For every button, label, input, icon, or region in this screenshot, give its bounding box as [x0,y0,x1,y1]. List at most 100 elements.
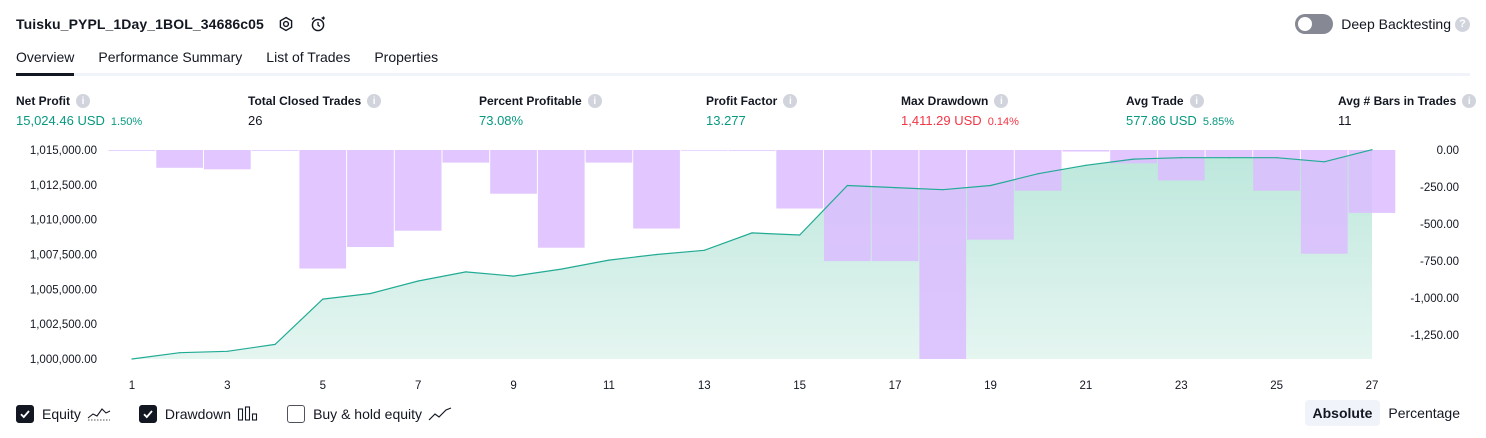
equity-point [226,350,228,352]
equity-point [1323,161,1325,163]
legend-equity[interactable]: Equity [16,405,111,423]
tab-list-of-trades[interactable]: List of Trades [266,46,350,73]
deep-backtesting-control: Deep Backtesting ? [1295,12,1470,36]
equity-axis-tick-label: 1,002,500.00 [30,319,97,331]
tab-performance-summary[interactable]: Performance Summary [98,46,242,73]
x-axis-tick-label: 17 [889,380,902,392]
info-icon[interactable]: i [1189,94,1204,108]
tab-overview[interactable]: Overview [16,46,75,76]
x-axis-tick-label: 7 [415,380,421,392]
legend-drawdown[interactable]: Drawdown [138,405,259,423]
drawdown-bar [680,150,728,151]
percentage-button[interactable]: Percentage [1380,400,1468,426]
buy-hold-checkbox[interactable] [287,405,306,423]
info-icon[interactable]: i [587,94,602,108]
drawdown-bar [251,150,299,151]
info-icon[interactable]: i [367,94,382,108]
drawdown-checkbox[interactable] [138,405,157,423]
drawdown-bar [156,150,203,168]
legend-buy-hold[interactable]: Buy & hold equity [287,405,452,423]
deep-backtesting-label: Deep Backtesting [1341,16,1451,32]
absolute-button[interactable]: Absolute [1304,400,1381,426]
equity-point [989,184,992,187]
equity-point [1371,149,1373,151]
deep-backtesting-toggle[interactable] [1295,14,1334,34]
metric-percent-profitable: Percent Profitable i 73.08% [479,92,602,130]
equity-line-icon [87,406,111,422]
metric-label: Avg # Bars in Trades [1338,94,1457,108]
report-tabs: Overview Performance Summary List of Tra… [16,46,1470,76]
settings-icon[interactable] [276,14,296,34]
equity-axis-tick-label: 1,000,000.00 [30,354,97,366]
drawdown-bar [442,150,490,163]
drawdown-bar [347,150,394,247]
drawdown-bar [967,150,1014,240]
drawdown-axis-tick-label: -500.00 [1420,219,1459,231]
equity-point [608,259,610,261]
info-icon[interactable]: i [1462,94,1477,108]
drawdown-bar [728,150,776,151]
value-mode-switch: Absolute Percentage [1304,400,1469,426]
equity-point [942,189,944,191]
equity-point [656,253,658,256]
drawdown-bar [299,150,347,269]
equity-point [1276,157,1278,159]
metric-max-drawdown: Max Drawdown i 1,411.29 USD 0.14% [901,92,1019,130]
equity-point [799,234,801,236]
drawdown-bar [824,150,871,262]
legend-label: Drawdown [164,406,232,422]
profit-factor-value: 13.277 [706,113,746,128]
equity-point [131,358,133,360]
toggle-knob [1298,17,1313,31]
tab-properties[interactable]: Properties [374,46,438,73]
metric-label: Total Closed Trades [248,94,362,108]
drawdown-bar [1205,150,1253,158]
info-icon[interactable]: i [783,94,798,108]
metrics-row: Net Profit i 15,024.46 USD 1.50% Total Clo… [0,92,1486,132]
equity-checkbox[interactable] [16,405,34,423]
equity-axis-tick-label: 1,015,000.00 [30,145,97,157]
metric-label: Max Drawdown [901,94,989,108]
x-axis-tick-label: 13 [698,380,711,392]
chart-legend: Equity Drawdown Buy & hold equity [16,403,480,425]
equity-point [512,275,515,277]
equity-point [369,292,372,295]
equity-point [322,298,324,300]
metric-total-closed-trades: Total Closed Trades i 26 [248,92,382,130]
metric-label: Avg Trade [1126,94,1184,108]
max-drawdown-percent: 0.14% [987,116,1019,128]
equity-point [703,249,705,251]
info-icon[interactable]: i [994,94,1009,108]
x-axis-tick-label: 27 [1366,380,1379,392]
net-profit-value: 15,024.46 USD [16,113,105,128]
drawdown-bar [585,150,633,163]
help-icon[interactable]: ? [1455,16,1470,32]
metric-avg-trade: Avg Trade i 577.86 USD 5.85% [1126,92,1234,130]
avg-bars-value: 11 [1338,113,1352,128]
drawdown-axis-tick-label: -750.00 [1420,256,1459,268]
net-profit-percent: 1.50% [110,116,143,128]
equity-point [751,232,753,234]
x-axis-tick-label: 21 [1079,380,1092,392]
metric-net-profit: Net Profit i 15,024.46 USD 1.50% [16,92,142,130]
drawdown-axis-tick-label: -1,250.00 [1410,330,1459,342]
metric-label: Net Profit [16,94,70,108]
drawdown-axis-tick-label: -1,000.00 [1410,293,1459,305]
equity-drawdown-chart[interactable]: 1,015,000.00 1,012,500.00 1,010,000.00 1,00… [0,138,1486,396]
max-drawdown-value: 1,411.29 USD [901,113,982,128]
equity-point [1037,173,1039,175]
equity-point [465,271,467,273]
equity-point [1228,157,1230,159]
metric-avg-bars: Avg # Bars in Trades i 11 [1338,92,1477,130]
add-alert-icon[interactable] [308,14,328,34]
buy-hold-line-icon [428,406,452,422]
info-icon[interactable]: i [76,94,90,108]
equity-axis-tick-label: 1,007,500.00 [30,250,97,262]
drawdown-bars-icon [237,406,259,422]
equity-point [179,352,181,354]
chart-canvas[interactable]: 1,015,000.00 1,012,500.00 1,010,000.00 1,00… [0,138,1486,396]
drawdown-bar [108,150,156,151]
x-axis-tick-label: 9 [510,380,516,392]
legend-label: Buy & hold equity [313,406,423,422]
report-header: Tuisku_PYPL_1Day_1BOL_34686c05 Deep Back… [16,12,1470,36]
